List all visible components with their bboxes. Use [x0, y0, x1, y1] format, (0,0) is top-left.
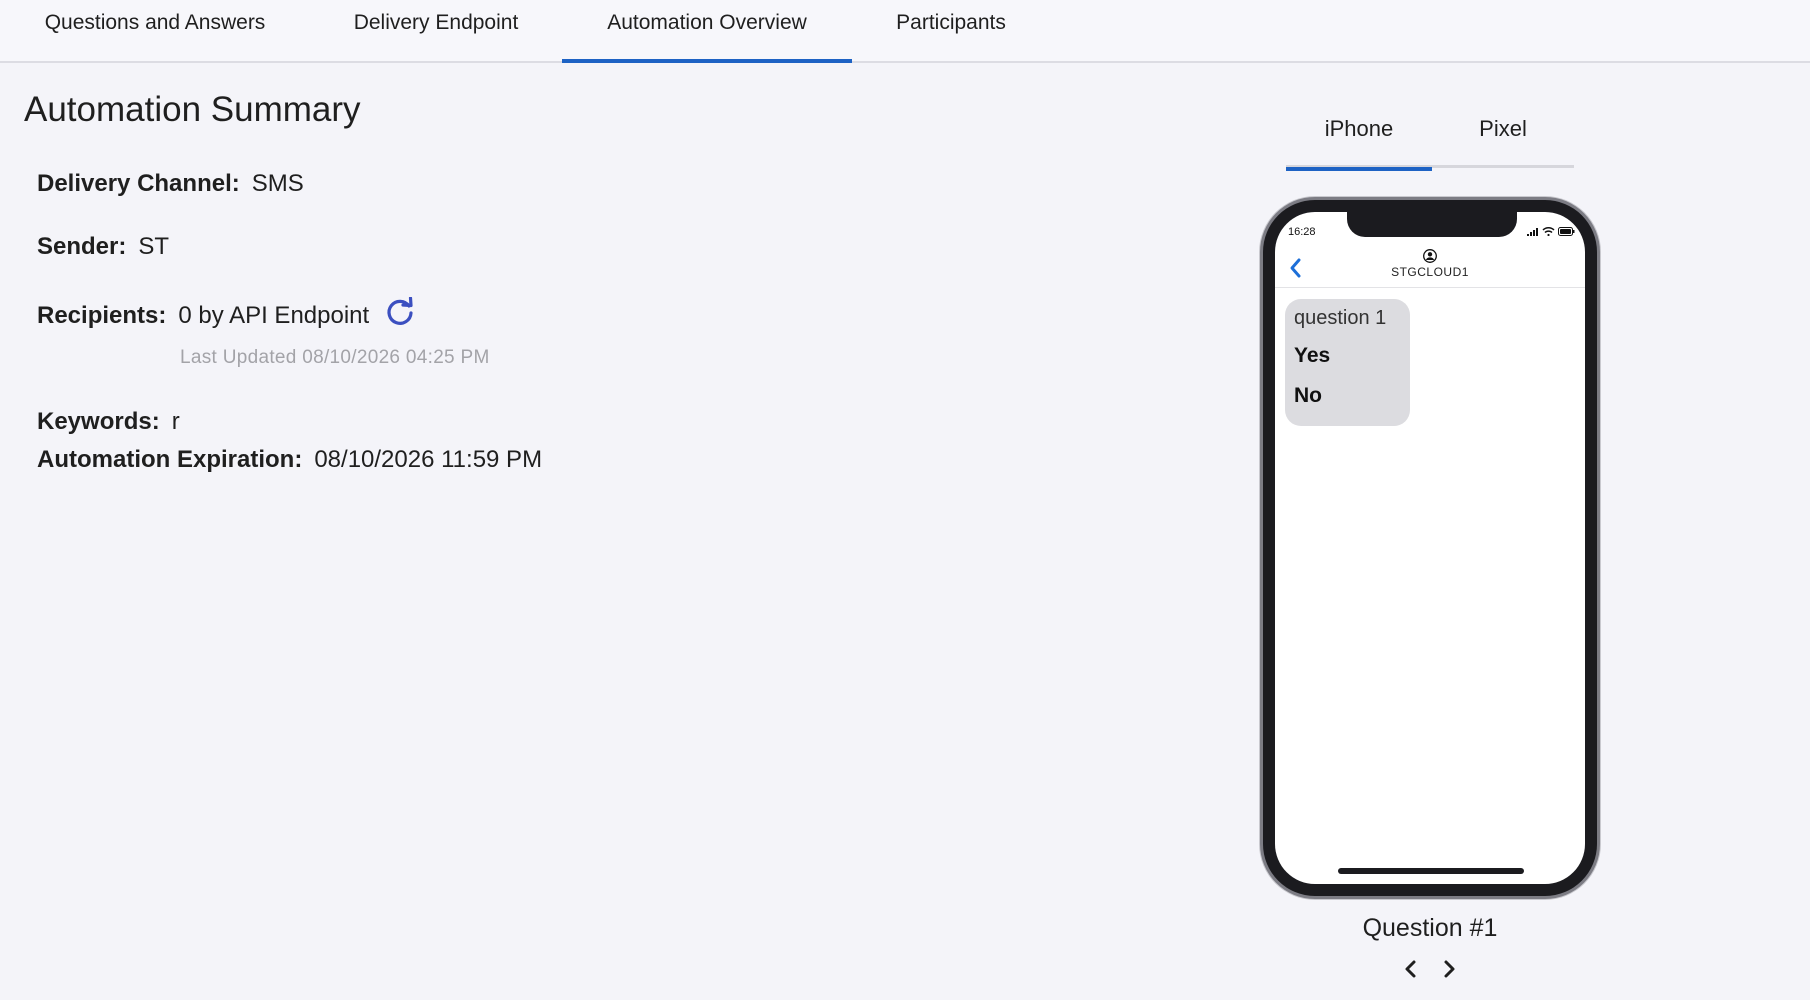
tab-pixel[interactable]: Pixel: [1432, 108, 1574, 168]
tab-delivery-endpoint[interactable]: Delivery Endpoint: [348, 0, 524, 61]
contact-name: STGCLOUD1: [1391, 265, 1469, 279]
recipients-value: 0 by API Endpoint: [178, 302, 370, 329]
contact-avatar-icon: [1423, 249, 1437, 263]
sender-value: ST: [138, 233, 170, 260]
message-header: STGCLOUD1: [1275, 248, 1585, 288]
delivery-channel-value: SMS: [251, 170, 304, 197]
top-tab-bar: Questions and Answers Delivery Endpoint …: [0, 0, 1810, 63]
delivery-channel-row: Delivery Channel: SMS: [37, 170, 304, 198]
phone-screen: 16:28 STGCLOUD1 question 1 Yes No: [1275, 212, 1585, 884]
wifi-icon: [1542, 227, 1555, 236]
recipients-label: Recipients:: [37, 302, 167, 329]
last-updated-text: Last Updated 08/10/2026 04:25 PM: [180, 347, 490, 368]
keywords-row: Keywords: r: [37, 408, 180, 436]
keywords-value: r: [171, 408, 180, 435]
keywords-label: Keywords:: [37, 408, 160, 435]
device-tab-bar: iPhone Pixel: [1286, 108, 1574, 171]
tab-participants[interactable]: Participants: [890, 0, 1012, 61]
previous-question-chevron-icon[interactable]: [1400, 956, 1422, 982]
page-title: Automation Summary: [24, 90, 361, 129]
message-option-yes: Yes: [1294, 344, 1331, 367]
message-question: question 1: [1294, 307, 1387, 329]
expiration-value: 08/10/2026 11:59 PM: [314, 446, 543, 473]
message-bubble: question 1 Yes No: [1285, 299, 1410, 426]
phone-frame: 16:28 STGCLOUD1 question 1 Yes No: [1263, 200, 1597, 896]
phone-notch: [1347, 212, 1517, 237]
tab-questions-and-answers[interactable]: Questions and Answers: [36, 0, 274, 61]
tab-iphone[interactable]: iPhone: [1286, 108, 1432, 171]
delivery-channel-label: Delivery Channel:: [37, 170, 240, 197]
message-option-no: No: [1294, 384, 1322, 407]
signal-icon: [1527, 227, 1538, 236]
next-question-chevron-icon[interactable]: [1438, 956, 1460, 982]
recipients-row: Recipients: 0 by API Endpoint: [37, 296, 415, 331]
status-icons: [1527, 227, 1575, 236]
tab-automation-overview[interactable]: Automation Overview: [562, 0, 852, 63]
sender-row: Sender: ST: [37, 233, 169, 261]
refresh-icon[interactable]: [385, 296, 415, 327]
expiration-label: Automation Expiration:: [37, 446, 303, 473]
question-number-label: Question #1: [1362, 914, 1498, 942]
sender-label: Sender:: [37, 233, 127, 260]
home-indicator: [1338, 868, 1524, 874]
status-time: 16:28: [1288, 226, 1316, 238]
expiration-row: Automation Expiration: 08/10/2026 11:59 …: [37, 446, 542, 474]
battery-icon: [1558, 227, 1575, 236]
